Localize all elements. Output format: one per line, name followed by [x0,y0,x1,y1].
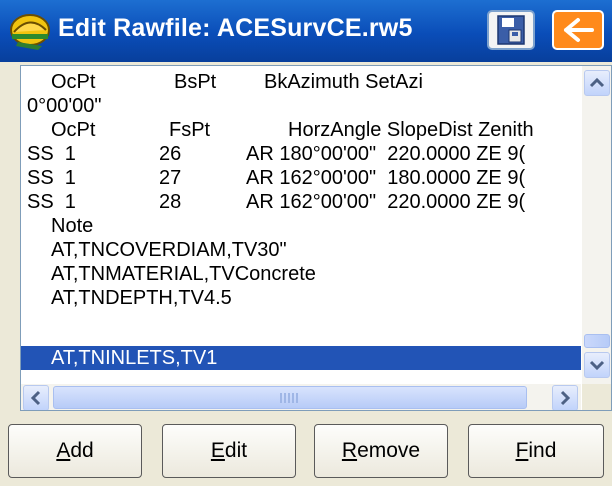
find-button-label: ind [528,439,557,462]
list-item[interactable]: 0°00'00" [21,94,581,118]
list-item[interactable]: SS 1 28 AR 162°00'00" 220.0000 ZE 9( [21,190,581,214]
list-item-text: AT,TNCOVERDIAM,TV30" [51,239,287,261]
list-item[interactable]: AT,TNMATERIAL,TVConcrete [21,262,581,286]
column-header: BsPt [174,71,217,93]
measurement-values: AR 162°00'00" 180.0000 ZE 9( [246,167,526,189]
list-item[interactable]: AT,TNDEPTH,TV4.5 [21,286,581,310]
list-item-text: Note [51,215,94,237]
list-item-selected[interactable]: AT,TNINLETS,TV1 [21,346,581,370]
list-item-text: 0°00'00" [27,95,102,117]
edit-button-label: dit [224,439,248,462]
add-button-label: dd [70,439,94,462]
record-type: SS 1 [27,143,76,165]
list-item-text: AT,TNMATERIAL,TVConcrete [51,263,316,285]
foresight-point: 27 [159,167,182,189]
vertical-scrollbar[interactable] [582,66,611,384]
list-item-text: AT,TNDEPTH,TV4.5 [51,287,232,309]
column-header: OcPt [51,119,96,141]
remove-button-label: emove [357,439,421,462]
record-type: SS 1 [27,191,76,213]
scroll-down-button[interactable] [584,352,610,378]
edit-button-mnemonic: E [210,439,225,462]
column-header: HorzAngle SlopeDist Zenith [288,119,534,141]
foresight-point: 26 [159,143,182,165]
list-item[interactable]: SS 1 26 AR 180°00'00" 220.0000 ZE 9( [21,142,581,166]
chevron-left-icon [30,390,41,406]
add-button[interactable]: Add [8,424,142,478]
rawfile-list[interactable]: OcPt BsPt BkAzimuth SetAzi 0°00'00" OcPt… [21,66,581,384]
action-button-bar: Add Edit Remove Find [0,418,612,486]
add-button-mnemonic: A [56,439,71,462]
measurement-values: AR 162°00'00" 220.0000 ZE 9( [246,191,526,213]
measurement-values: AR 180°00'00" 220.0000 ZE 9( [246,143,526,165]
foresight-point: 28 [159,191,182,213]
column-header: BkAzimuth SetAzi [264,71,423,93]
edit-button[interactable]: Edit [162,424,296,478]
chevron-right-icon [560,390,571,406]
list-item[interactable]: AT,TNCOVERDIAM,TV30" [21,238,581,262]
horizontal-scrollbar[interactable] [21,384,581,410]
remove-button[interactable]: Remove [314,424,448,478]
save-disk-icon [497,15,525,45]
arrow-left-icon [564,18,594,42]
title-bar: Edit Rawfile: ACESurvCE.rw5 [0,0,612,62]
window-title: Edit Rawfile: ACESurvCE.rw5 [58,14,413,42]
surveyor-hardhat-icon [10,14,50,50]
scroll-right-button[interactable] [552,385,578,410]
list-item[interactable]: SS 1 27 AR 162°00'00" 180.0000 ZE 9( [21,166,581,190]
remove-button-mnemonic: R [341,439,358,462]
column-header: OcPt [51,71,96,93]
record-type: SS 1 [27,167,76,189]
scroll-up-button[interactable] [584,70,610,96]
chevron-down-icon [589,360,605,371]
find-button[interactable]: Find [468,424,604,478]
scroll-grip [280,393,300,403]
list-item[interactable]: OcPt BsPt BkAzimuth SetAzi [21,70,581,94]
vertical-scroll-thumb[interactable] [584,334,610,348]
horizontal-scroll-thumb[interactable] [53,386,527,409]
back-button[interactable] [552,10,604,50]
chevron-up-icon [589,77,605,88]
list-item[interactable]: Note [21,214,581,238]
list-item[interactable]: OcPt FsPt HorzAngle SlopeDist Zenith [21,118,581,142]
scroll-left-button[interactable] [23,385,49,410]
save-button[interactable] [487,10,535,50]
column-header: FsPt [169,119,211,141]
scrollbar-corner [582,384,611,410]
rawfile-list-panel: OcPt BsPt BkAzimuth SetAzi 0°00'00" OcPt… [20,65,612,411]
list-item-text: AT,TNINLETS,TV1 [51,347,218,369]
find-button-mnemonic: F [515,439,529,462]
